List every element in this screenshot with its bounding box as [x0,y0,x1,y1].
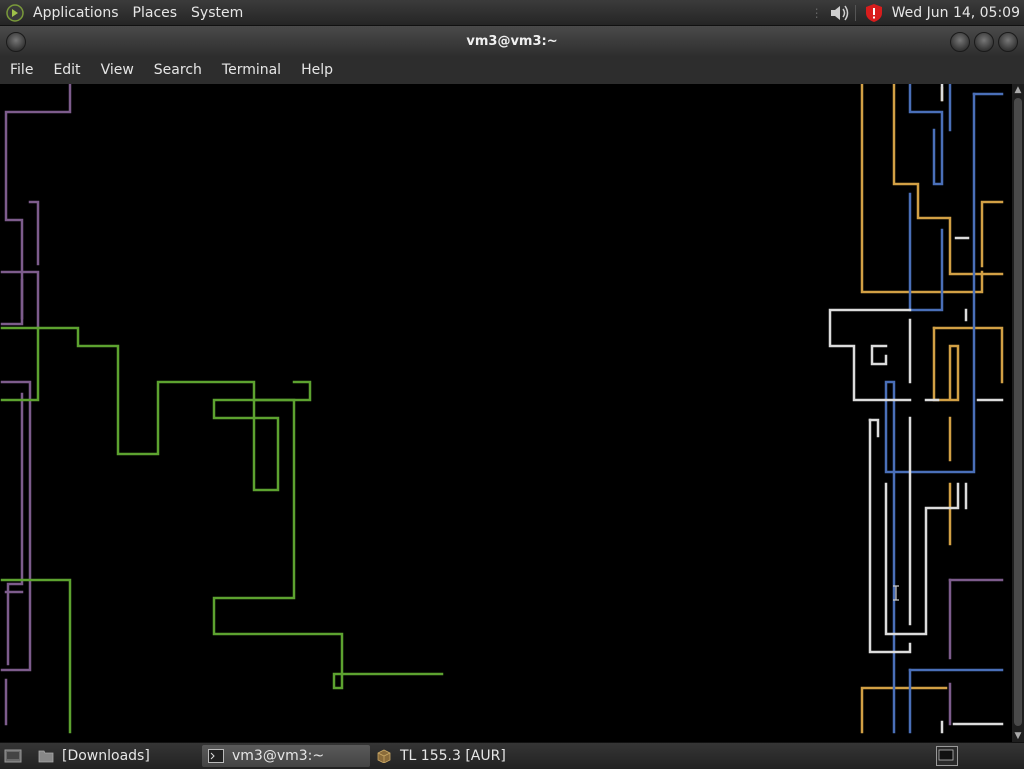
show-desktop-icon[interactable] [4,747,22,765]
window-title: vm3@vm3:~ [466,33,558,49]
taskbar-item-label: [Downloads] [62,748,150,764]
taskbar-item-label: TL 155.3 [AUR] [400,748,506,764]
places-menu[interactable]: Places [126,5,185,21]
terminal-menubar: File Edit View Search Terminal Help [0,56,1024,84]
system-menu[interactable]: System [184,5,250,21]
taskbar-item-label: vm3@vm3:~ [232,748,325,764]
menu-edit[interactable]: Edit [43,62,90,78]
menu-view[interactable]: View [91,62,144,78]
workspace-switcher-icon[interactable] [936,746,958,766]
panel-tray: ⋮ Wed Jun 14, 05:09 [811,0,1024,25]
scroll-up-arrow-icon[interactable]: ▲ [1012,84,1024,96]
pipes-screensaver-art [0,82,1004,734]
folder-icon [38,750,54,763]
window-titlebar[interactable]: vm3@vm3:~ [0,26,1024,56]
minimize-button[interactable] [950,32,970,52]
top-panel: Applications Places System ⋮ Wed Jun 14,… [0,0,1024,26]
gold-pipes [860,82,1004,734]
taskbar-item-terminal[interactable]: vm3@vm3:~ [202,745,370,767]
tray-divider [854,4,856,21]
green-pipes [0,326,444,734]
scroll-thumb[interactable] [1014,98,1022,726]
menu-help[interactable]: Help [291,62,343,78]
maximize-button[interactable] [974,32,994,52]
terminal-area[interactable] [0,82,1012,742]
applications-logo-icon[interactable] [6,3,24,22]
terminal-scrollbar[interactable]: ▲ ▼ [1012,84,1024,742]
clock[interactable]: Wed Jun 14, 05:09 [884,5,1024,21]
applications-menu[interactable]: Applications [26,5,126,21]
bottom-panel: [Downloads] vm3@vm3:~ TL 155.3 [AUR] [0,742,1024,769]
taskbar-item-tl-aur[interactable]: TL 155.3 [AUR] [370,745,562,767]
update-alert-icon[interactable] [864,3,884,23]
window-menu-button[interactable] [6,32,26,52]
close-button[interactable] [998,32,1018,52]
purple-pipes [0,82,1004,726]
package-icon [377,749,391,763]
menu-search[interactable]: Search [144,62,212,78]
terminal-icon [208,749,224,763]
tray-separator: ⋮ [810,5,823,20]
menu-terminal[interactable]: Terminal [212,62,291,78]
menu-file[interactable]: File [0,62,43,78]
scroll-down-arrow-icon[interactable]: ▼ [1012,730,1024,742]
volume-icon[interactable] [829,3,851,23]
taskbar-item-downloads[interactable]: [Downloads] [32,745,204,767]
white-pipes [828,82,1004,734]
